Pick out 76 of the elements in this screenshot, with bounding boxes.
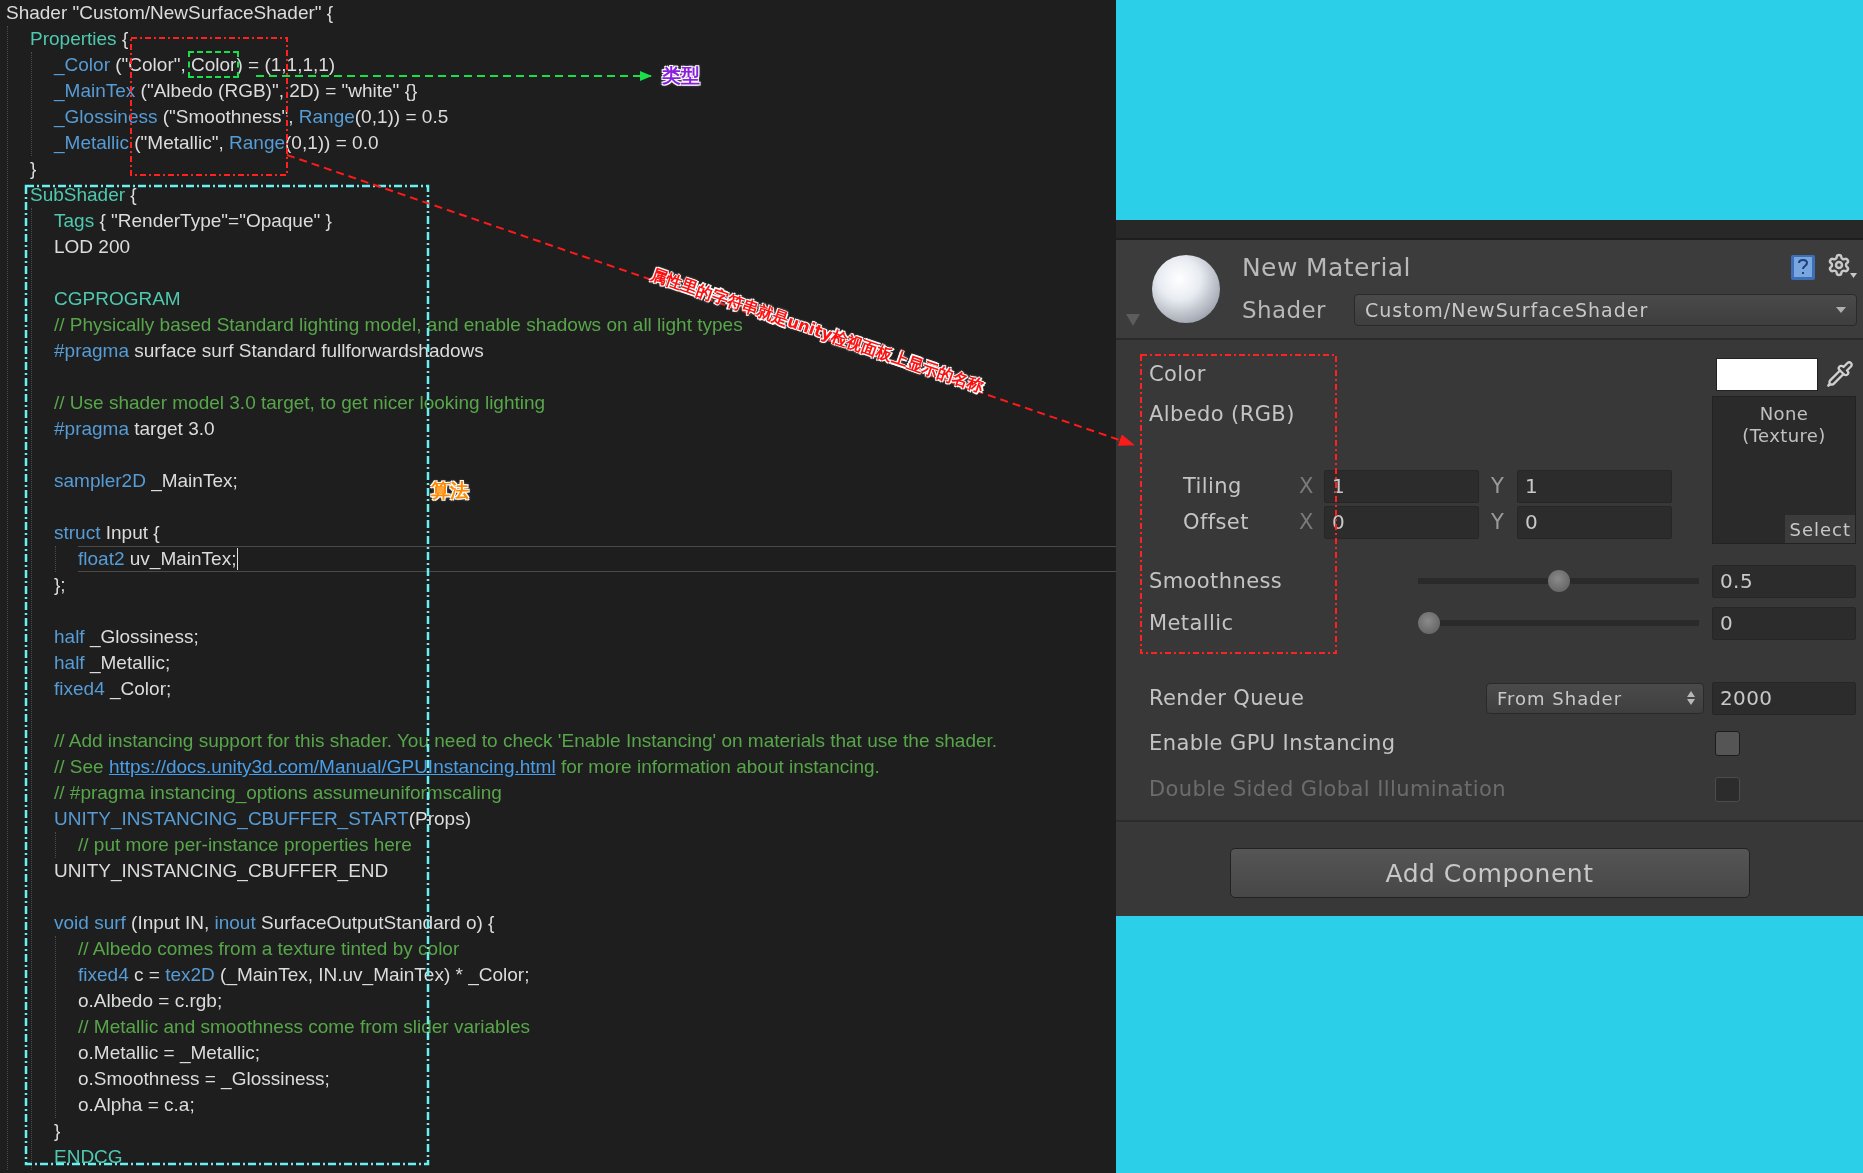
code-line: }	[54, 1120, 61, 1142]
code-line: // See https://docs.unity3d.com/Manual/GPUInstancing.html for more information about instancing.	[54, 756, 880, 778]
axis-label: X	[1299, 510, 1315, 534]
dropdown-arrow-icon	[1836, 306, 1846, 313]
code-line: o.Albedo = c.rgb;	[78, 990, 223, 1012]
texture-name: None (Texture)	[1741, 403, 1827, 447]
code-line: ENDCG	[54, 1146, 123, 1168]
number-field[interactable]: 1	[1517, 469, 1672, 503]
slider-thumb[interactable]	[1418, 612, 1440, 634]
property-label: Color	[1149, 362, 1206, 386]
annotation-label: 类型	[662, 63, 700, 88]
property-label: Tiling	[1182, 474, 1243, 498]
code-line: Tags { "RenderType"="Opaque" }	[54, 210, 332, 232]
code-line: fixed4 _Color;	[54, 678, 172, 700]
code-line: LOD 200	[54, 236, 131, 258]
code-line: }	[30, 158, 37, 180]
code-line: _MainTex ("Albedo (RGB)", 2D) = "white" {}	[54, 80, 418, 102]
code-line: };	[54, 574, 66, 596]
code-line: _Glossiness ("Smoothness", Range(0,1)) = 0.5	[54, 106, 449, 128]
shader-label: Shader	[1242, 296, 1327, 323]
code-line: // Metallic and smoothness come from slider variables	[78, 1016, 530, 1038]
code-line: UNITY_INSTANCING_CBUFFER_START(Props)	[54, 808, 471, 830]
property-label: Offset	[1182, 510, 1250, 534]
add-component-button[interactable]: Add Component	[1229, 848, 1750, 898]
code-line: float2 uv_MainTex;	[78, 548, 237, 570]
checkbox[interactable]	[1715, 730, 1740, 756]
render-queue-dropdown[interactable]: From Shader	[1486, 682, 1704, 714]
code-line: o.Metallic = _Metallic;	[78, 1042, 261, 1064]
code-line: o.Smoothness = _Glossiness;	[78, 1068, 330, 1090]
code-line: half _Metallic;	[54, 652, 171, 674]
code-line: #pragma surface surf Standard fullforwardshadows	[54, 340, 484, 362]
texture-slot[interactable]: None (Texture) Select	[1712, 396, 1856, 544]
code-line: o.Alpha = c.a;	[78, 1094, 195, 1116]
code-line: // Albedo comes from a texture tinted by color	[78, 938, 460, 960]
text-caret	[237, 548, 239, 570]
number-field[interactable]: 0.5	[1712, 564, 1856, 598]
code-line: Shader "Custom/NewSurfaceShader" {	[6, 2, 334, 24]
updown-arrows-icon	[1687, 691, 1695, 705]
number-field[interactable]: 0	[1712, 606, 1856, 640]
code-line: // put more per-instance properties here	[78, 834, 412, 856]
code-line: // Use shader model 3.0 target, to get nicer looking lighting	[54, 392, 546, 414]
number-field[interactable]: 0	[1517, 505, 1672, 539]
axis-label: Y	[1491, 474, 1506, 498]
code-line: Properties {	[30, 28, 129, 50]
code-line: CGPROGRAM	[54, 288, 181, 310]
link[interactable]: https://docs.unity3d.com/Manual/GPUInstancing.html	[108, 756, 556, 777]
code-line: // #pragma instancing_options assumeuniformscaling	[54, 782, 502, 804]
toggle-label: Enable GPU Instancing	[1149, 731, 1396, 755]
settings-gear-icon[interactable]	[1827, 253, 1857, 281]
code-line: fixed4 c = tex2D (_MainTex, IN.uv_MainTex) * _Color;	[78, 964, 530, 986]
number-field[interactable]: 1	[1324, 469, 1479, 503]
number-field[interactable]: 2000	[1712, 681, 1856, 715]
render-queue-label: Render Queue	[1149, 686, 1305, 710]
code-line: SubShader {	[30, 184, 137, 206]
property-label: Metallic	[1149, 611, 1234, 635]
code-line: // Physically based Standard lighting model, and enable shadows on all light types	[54, 314, 743, 336]
axis-label: X	[1299, 474, 1315, 498]
property-label: Smoothness	[1149, 569, 1283, 593]
code-line: void surf (Input IN, inout SurfaceOutputStandard o) {	[54, 912, 495, 934]
slider-thumb[interactable]	[1547, 570, 1570, 592]
help-book-icon[interactable]	[1789, 253, 1817, 281]
code-line: // Add instancing support for this shader. You need to check 'Enable Instancing' on materials that use the shader.	[54, 730, 998, 752]
eyedropper-icon[interactable]	[1826, 360, 1854, 388]
code-line: UNITY_INSTANCING_CBUFFER_END	[54, 860, 389, 882]
property-label: Albedo (RGB)	[1149, 402, 1295, 426]
select-button[interactable]: Select	[1785, 515, 1855, 543]
code-line: struct Input {	[54, 522, 160, 544]
material-title: New Material	[1242, 252, 1412, 282]
axis-label: Y	[1491, 510, 1506, 534]
code-line: _Metallic ("Metallic", Range(0,1)) = 0.0	[54, 132, 379, 154]
shader-dropdown[interactable]: Custom/NewSurfaceShader	[1354, 293, 1857, 326]
color-swatch[interactable]	[1716, 357, 1818, 391]
code-line: sampler2D _MainTex;	[54, 470, 238, 492]
code-line: half _Glossiness;	[54, 626, 199, 648]
annotation-label: 算法	[431, 478, 469, 503]
code-line: #pragma target 3.0	[54, 418, 215, 440]
